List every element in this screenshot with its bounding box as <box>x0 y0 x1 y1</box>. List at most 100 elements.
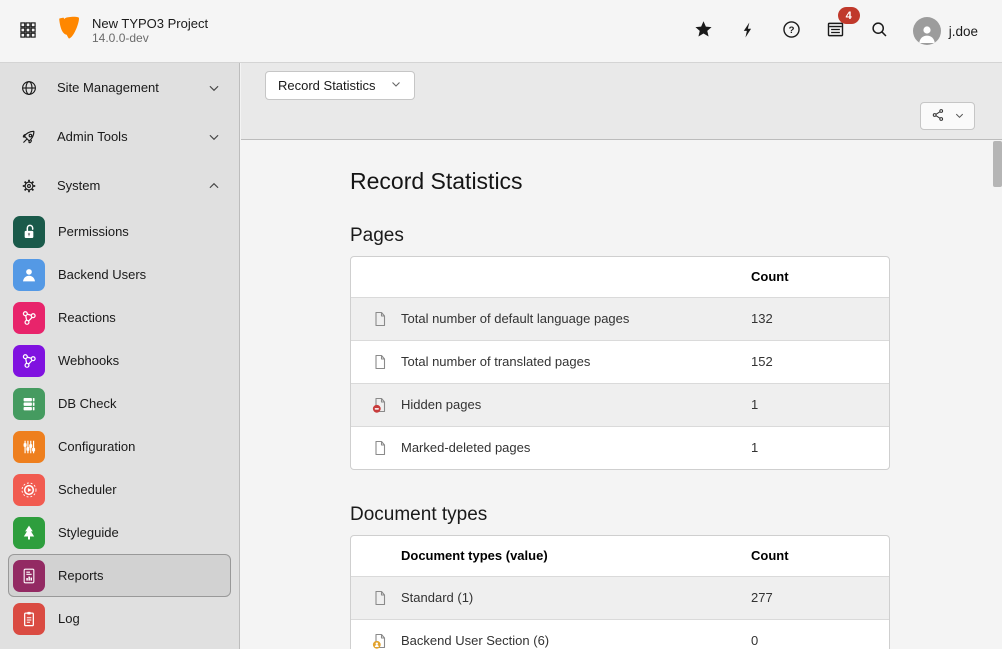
table-header-row: Count <box>351 257 889 297</box>
database-icon <box>13 388 45 420</box>
page-icon <box>372 354 388 370</box>
table-row: Backend User Section (6) 0 <box>351 619 889 649</box>
record-count: 1 <box>739 426 889 469</box>
chevron-up-icon <box>207 179 221 193</box>
chevron-down-icon <box>207 130 221 144</box>
sidebar-item-permissions[interactable]: Permissions <box>8 210 231 253</box>
lock-open-icon <box>13 216 45 248</box>
table-row: Total number of default language pages 1… <box>351 297 889 340</box>
sidebar-item-reactions[interactable]: Reactions <box>8 296 231 339</box>
sidebar-item-webhooks[interactable]: Webhooks <box>8 339 231 382</box>
sidebar-item-scheduler[interactable]: Scheduler <box>8 468 231 511</box>
table-row: Total number of translated pages 152 <box>351 340 889 383</box>
tree-icon <box>13 517 45 549</box>
chevron-down-icon <box>207 81 221 95</box>
scrollbar-thumb[interactable] <box>993 141 1002 187</box>
module-label: DB Check <box>58 396 117 411</box>
sidebar-category-site-management[interactable]: Site Management <box>0 63 239 112</box>
help-button[interactable]: ? <box>781 20 803 42</box>
share-button[interactable] <box>920 102 975 130</box>
record-label: Marked-deleted pages <box>401 426 739 469</box>
header-cell-count: Count <box>739 257 889 297</box>
svg-text:?: ? <box>789 25 795 36</box>
page-icon <box>372 590 388 606</box>
user-icon <box>13 259 45 291</box>
username: j.doe <box>949 24 978 39</box>
gear-icon <box>20 177 38 195</box>
sidebar-item-log[interactable]: Log <box>8 597 231 640</box>
sidebar-item-styleguide[interactable]: Styleguide <box>8 511 231 554</box>
module-label: Backend Users <box>58 267 146 282</box>
sidebar-item-db-check[interactable]: DB Check <box>8 382 231 425</box>
section-heading: Pages <box>350 225 890 247</box>
pages-table-body: Total number of default language pages 1… <box>351 297 889 469</box>
record-label: Total number of default language pages <box>401 297 739 340</box>
play-circle-icon <box>13 474 45 506</box>
page-hidden-icon <box>372 397 388 413</box>
module-label: Permissions <box>58 224 129 239</box>
search-icon <box>869 19 890 43</box>
module-select-label: Record Statistics <box>278 78 376 93</box>
document-types-table-body: Standard (1) 277 Backend User Section (6… <box>351 576 889 649</box>
category-label: System <box>57 178 100 193</box>
nodes-icon <box>13 345 45 377</box>
module-content: Record Statistics Record Statistics Page… <box>241 63 1002 649</box>
record-count: 152 <box>739 340 889 383</box>
table-row: Standard (1) 277 <box>351 576 889 619</box>
table-row: Marked-deleted pages 1 <box>351 426 889 469</box>
sidebar-item-configuration[interactable]: Configuration <box>8 425 231 468</box>
typo3-logo-icon <box>56 16 82 46</box>
docheader: Record Statistics <box>241 63 1002 140</box>
section-document-types: Document types Document types (value) Co… <box>350 504 890 649</box>
search-button[interactable] <box>869 20 891 42</box>
user-menu[interactable]: j.doe <box>913 17 978 45</box>
category-label: Admin Tools <box>57 129 128 144</box>
module-label: Scheduler <box>58 482 117 497</box>
clear-cache-button[interactable] <box>737 20 759 42</box>
module-select-dropdown[interactable]: Record Statistics <box>265 71 415 100</box>
document-body: Record Statistics Pages Count <box>241 140 1002 649</box>
pages-table: Count Total number of default language p… <box>350 256 890 470</box>
record-label: Total number of translated pages <box>401 340 739 383</box>
page-icon <box>372 440 388 456</box>
header-cell-label: Document types (value) <box>401 536 739 576</box>
sidebar-item-backend-users[interactable]: Backend Users <box>8 253 231 296</box>
header-cell-label <box>401 257 739 297</box>
record-label: Backend User Section (6) <box>401 619 739 649</box>
module-label: Configuration <box>58 439 135 454</box>
sidebar-item-reports[interactable]: Reports <box>8 554 231 597</box>
system-information-button[interactable]: 4 <box>825 20 847 42</box>
report-icon <box>13 560 45 592</box>
record-count: 0 <box>739 619 889 649</box>
record-label: Hidden pages <box>401 383 739 426</box>
brand[interactable]: New TYPO3 Project 14.0.0-dev <box>56 16 208 46</box>
module-label: Reports <box>58 568 104 583</box>
help-icon: ? <box>781 19 802 43</box>
sidebar-category-admin-tools[interactable]: Admin Tools <box>0 112 239 161</box>
page-title: Record Statistics <box>350 168 890 195</box>
module-label: Webhooks <box>58 353 119 368</box>
globe-icon <box>20 79 38 97</box>
module-label: Log <box>58 611 80 626</box>
toolbar: ? 4 j.doe <box>693 17 1002 45</box>
module-list: Permissions Backend Users Reactions Webh… <box>0 210 239 640</box>
clipboard-icon <box>13 603 45 635</box>
app-version: 14.0.0-dev <box>92 31 208 46</box>
brand-text: New TYPO3 Project 14.0.0-dev <box>92 16 208 46</box>
grid-icon <box>18 20 38 43</box>
page-user-section-icon <box>372 633 388 649</box>
module-menu: Site Management Admin Tools System Permi… <box>0 63 240 649</box>
sidebar-category-system[interactable]: System <box>0 161 239 210</box>
sliders-icon <box>13 431 45 463</box>
app-grid-button[interactable] <box>0 0 56 62</box>
chevron-down-icon <box>954 109 965 124</box>
table-header-row: Document types (value) Count <box>351 536 889 576</box>
bookmarks-button[interactable] <box>693 20 715 42</box>
bolt-icon <box>739 20 757 43</box>
record-label: Standard (1) <box>401 576 739 619</box>
category-label: Site Management <box>57 80 159 95</box>
rocket-icon <box>20 128 38 146</box>
avatar <box>913 17 941 45</box>
app-title: New TYPO3 Project <box>92 16 208 31</box>
star-icon <box>693 19 714 43</box>
